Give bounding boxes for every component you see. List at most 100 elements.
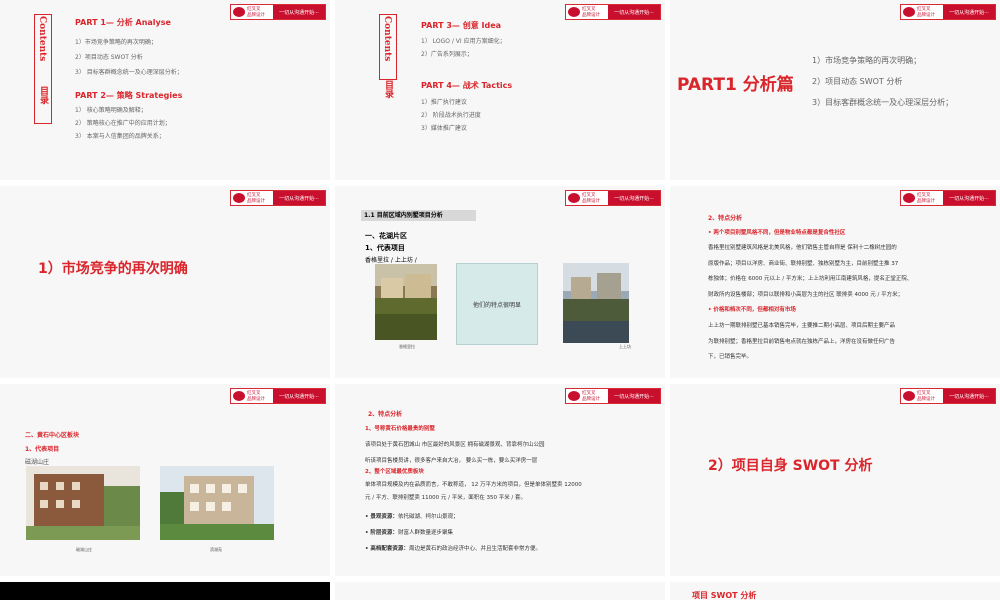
- brand-name: 红叉叉 品牌设计: [247, 7, 265, 18]
- brand-name: 红叉叉 品牌设计: [247, 391, 265, 402]
- toc-part4-title: PART 4— 战术 Tactics: [421, 81, 513, 90]
- toc-part1-item: 1）市场竞争策略的再次明确；: [75, 39, 157, 46]
- toc-mulu: 目录: [38, 86, 48, 104]
- slogan: 一切从沟通开始···: [273, 191, 325, 205]
- slide12-title: 项目 SWOT 分析: [692, 591, 757, 600]
- brand-logo-icon: [903, 391, 915, 401]
- caption-binhu: 滨湖苑: [210, 547, 222, 552]
- toc-part2-item: 3） 本案与人信集团的品牌关系；: [75, 133, 165, 140]
- toc-part2-title: PART 2— 策略 Strategies: [75, 91, 183, 100]
- shangshangfang-photo: [563, 263, 629, 343]
- toc-contents: Contents: [382, 16, 392, 62]
- feature-box: 他们的特点很明显: [456, 263, 538, 345]
- slide8-heading: 2、特点分析: [368, 411, 403, 418]
- xianggelila-photo: [375, 264, 437, 340]
- brand-logo-icon: [568, 391, 580, 401]
- part1-item: 1）市场竞争策略的再次明确；: [812, 56, 922, 65]
- slide-header-banner: 红叉叉 品牌设计 一切从沟通开始···: [900, 388, 996, 404]
- slogan: 一切从沟通开始···: [608, 389, 660, 403]
- slide-thumbnail-4[interactable]: 红叉叉 品牌设计 一切从沟通开始··· 1）市场竞争的再次明确: [0, 186, 330, 378]
- slide4-title: 1）市场竞争的再次明确: [38, 261, 188, 277]
- slide8-point1: 1、号称黄石价格最贵的别墅: [365, 426, 435, 432]
- slide-header-banner: 红叉叉 品牌设计 一切从沟通开始···: [230, 388, 326, 404]
- toc-part3-title: PART 3— 创意 Idea: [421, 21, 502, 30]
- slide-header-banner: 红叉叉 品牌设计 一切从沟通开始···: [900, 4, 996, 20]
- toc-part4-item: 1）推广执行建议: [421, 99, 467, 106]
- part1-item: 3）目标客群概念统一及心理深层分析；: [812, 98, 954, 107]
- brand-name: 红叉叉 品牌设计: [917, 7, 935, 18]
- slide-thumbnail-8[interactable]: 红叉叉 品牌设计 一切从沟通开始··· 2、特点分析 1、号称黄石价格最贵的别墅 …: [335, 384, 665, 576]
- toc-part1-title: PART 1— 分析 Analyse: [75, 18, 171, 27]
- slide-header-banner: 红叉叉 品牌设计 一切从沟通开始···: [230, 190, 326, 206]
- slide6-heading: 2、特点分析: [708, 215, 743, 222]
- toc-part2-item: 2） 策略核心在推广中的应用计划；: [75, 120, 171, 127]
- brand-name: 红叉叉 品牌设计: [582, 193, 600, 204]
- slide-thumbnail-6[interactable]: 红叉叉 品牌设计 一切从沟通开始··· 2、特点分析 • 两个项目别墅风格不同，但…: [670, 186, 1000, 378]
- slide7-project: 磁湖山庄: [25, 459, 50, 466]
- toc-part3-item: 1） LOGO / VI 应用方案细化；: [421, 38, 506, 45]
- brand-name: 红叉叉 品牌设计: [582, 391, 600, 402]
- slide6-bullet2: • 价格和档次不同，但都相对有市场: [708, 307, 796, 313]
- brand-name: 红叉叉 品牌设计: [917, 193, 935, 204]
- cihu-villa-photo: [26, 466, 140, 540]
- resource-item: • 高档配套资源：周边是黄石的政治经济中心、并且生活配套非常方便。: [365, 546, 541, 552]
- slogan: 一切从沟通开始···: [943, 389, 995, 403]
- brand-name: 红叉叉 品牌设计: [917, 391, 935, 402]
- brand-logo-icon: [903, 7, 915, 17]
- slide5-sub2: 1、代表项目: [365, 244, 405, 252]
- brand-name: 红叉叉 品牌设计: [247, 193, 265, 204]
- slide8-paragraph1: 该项目处于黄石团城山 市区最好的风景区 拥有磁湖景观、背靠柯尔山公园 听该项目售…: [365, 442, 545, 464]
- toc-part4-item: 3）媒体推广建议: [421, 125, 467, 132]
- toc-part1-item: 3） 目标客群概念统一及心理深层分析；: [75, 69, 183, 76]
- slide6-bullet1: • 两个项目别墅风格不同，但是物业特点都是复合性社区: [708, 230, 846, 236]
- toc-part3-item: 2）广告系列展示；: [421, 51, 473, 58]
- slogan: 一切从沟通开始···: [943, 191, 995, 205]
- slide-thumbnail-3[interactable]: 红叉叉 品牌设计 一切从沟通开始··· PART1 分析篇 1）市场竞争策略的再次…: [670, 0, 1000, 180]
- brand-logo-icon: [233, 391, 245, 401]
- slide-thumbnail-10[interactable]: [0, 582, 330, 600]
- binhu-photo: [160, 466, 274, 540]
- toc-contents: Contents: [37, 16, 47, 62]
- slide9-title: 2）项目自身 SWOT 分析: [708, 458, 873, 474]
- slide8-resources: • 景观资源：依托磁湖、柯尔山景观； • 阶层资源：财富人群数量逐步聚集 • 高…: [365, 509, 657, 557]
- toc-part2-item: 1） 核心策略明确及解释；: [75, 107, 147, 114]
- toc-part4-item: 2） 阶段战术执行进度: [421, 112, 481, 119]
- slide8-point2: 2、整个区域最优质板块: [365, 469, 424, 475]
- slogan: 一切从沟通开始···: [273, 5, 325, 19]
- slide-header-banner: 红叉叉 品牌设计 一切从沟通开始···: [230, 4, 326, 20]
- brand-logo-icon: [233, 193, 245, 203]
- slide5-sub1: 一、花湖片区: [365, 232, 407, 240]
- part1-title: PART1 分析篇: [677, 75, 794, 95]
- brand-name: 红叉叉 品牌设计: [582, 7, 600, 18]
- slide5-heading: 1.1 目前区域内别墅项目分析: [361, 210, 476, 221]
- brand-logo-icon: [568, 7, 580, 17]
- slide-thumbnail-12[interactable]: 项目 SWOT 分析: [670, 582, 1000, 600]
- caption-cihu: 磁湖山庄: [76, 547, 92, 552]
- caption-shangshangfang: 上上坊: [619, 344, 631, 349]
- slide-header-banner: 红叉叉 品牌设计 一切从沟通开始···: [565, 388, 661, 404]
- slide-header-banner: 红叉叉 品牌设计 一切从沟通开始···: [900, 190, 996, 206]
- slogan: 一切从沟通开始···: [608, 191, 660, 205]
- slide-header-banner: 红叉叉 品牌设计 一切从沟通开始···: [565, 4, 661, 20]
- slide-thumbnail-5[interactable]: 红叉叉 品牌设计 一切从沟通开始··· 1.1 目前区域内别墅项目分析 一、花湖片…: [335, 186, 665, 378]
- slide-header-banner: 红叉叉 品牌设计 一切从沟通开始···: [565, 190, 661, 206]
- slide-thumbnail-7[interactable]: 红叉叉 品牌设计 一切从沟通开始··· 二、黄石中心区板块 1、代表项目 磁湖山庄…: [0, 384, 330, 576]
- slide-thumbnail-1[interactable]: 红叉叉 品牌设计 一切从沟通开始··· Contents 目录 PART 1— 分…: [0, 0, 330, 180]
- resource-item: • 阶层资源：财富人群数量逐步聚集: [365, 530, 453, 536]
- brand-logo-icon: [233, 7, 245, 17]
- part1-item: 2）项目动态 SWOT 分析: [812, 77, 903, 86]
- brand-logo-icon: [903, 193, 915, 203]
- slide6-paragraph2: 上上坊一期联排别墅已基本销售完毕，主要推二期小高层、项目后期主要产品 为联排别墅…: [708, 323, 896, 360]
- slide-thumbnail-11[interactable]: [335, 582, 665, 600]
- slide5-sub3: 香格里拉 / 上上坊 /: [365, 257, 417, 264]
- caption-xianggelila: 香格里拉: [399, 344, 415, 349]
- slide-thumbnail-2[interactable]: 红叉叉 品牌设计 一切从沟通开始··· Contents 目录 PART 3— 创…: [335, 0, 665, 180]
- toc-mulu: 目录: [383, 80, 393, 98]
- toc-part1-item: 2）项目动态 SWOT 分析: [75, 54, 143, 61]
- slogan: 一切从沟通开始···: [608, 5, 660, 19]
- slogan: 一切从沟通开始···: [943, 5, 995, 19]
- slide-thumbnail-9[interactable]: 红叉叉 品牌设计 一切从沟通开始··· 2）项目自身 SWOT 分析: [670, 384, 1000, 576]
- slide-sorter: { "header": {"slogan": "一切从沟通开始···", "br…: [0, 0, 1000, 600]
- resource-item: • 景观资源：依托磁湖、柯尔山景观；: [365, 514, 459, 520]
- slide6-paragraph1: 香格里拉别墅建筑风格是北美风格，他们销售主管自称是 保利十二橡树庄园的 原版作品…: [708, 245, 913, 298]
